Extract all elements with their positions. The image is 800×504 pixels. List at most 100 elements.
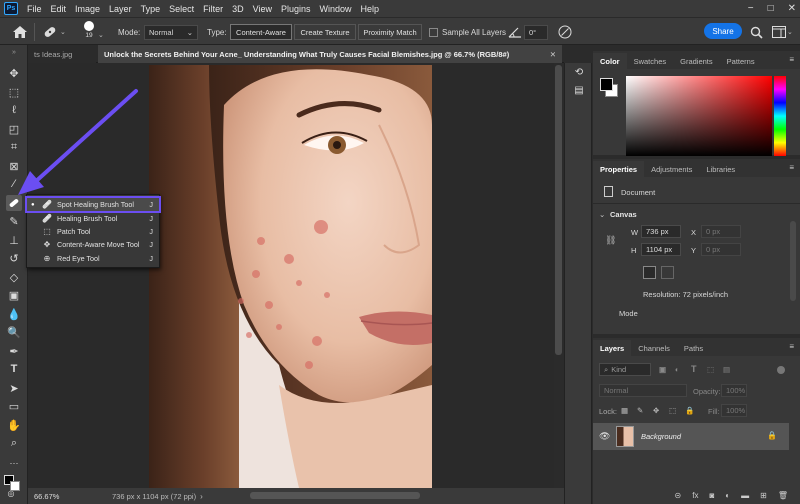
- flyout-item-spot-healing-brush[interactable]: ● 🩹 Spot Healing Brush Tool J: [25, 196, 161, 213]
- flyout-item-red-eye[interactable]: ⊕ Red Eye Tool J: [27, 252, 159, 265]
- type-tool-icon[interactable]: T: [6, 361, 22, 377]
- mode-select[interactable]: Normal ⌄: [144, 25, 198, 40]
- history-brush-tool-icon[interactable]: ↺: [6, 250, 22, 266]
- menu-help[interactable]: Help: [361, 4, 380, 14]
- link-icon[interactable]: ⛓: [605, 235, 616, 246]
- menu-view[interactable]: View: [253, 4, 272, 14]
- clone-stamp-tool-icon[interactable]: ⊥: [6, 232, 22, 248]
- home-button[interactable]: [12, 24, 28, 40]
- menu-file[interactable]: File: [27, 4, 42, 14]
- document-tab-active[interactable]: Unlock the Secrets Behind Your Acne_ Und…: [98, 45, 562, 63]
- minimize-icon[interactable]: −: [748, 3, 754, 14]
- filter-smart-object-icon[interactable]: ▤: [723, 365, 730, 374]
- filter-pixel-icon[interactable]: ▣: [659, 365, 666, 374]
- menu-window[interactable]: Window: [320, 4, 352, 14]
- type-proximity-match-button[interactable]: Proximity Match: [358, 24, 422, 40]
- properties-scrollbar[interactable]: [790, 221, 796, 301]
- more-tools-icon[interactable]: ···: [6, 455, 22, 471]
- type-create-texture-button[interactable]: Create Texture: [294, 24, 356, 40]
- gradient-tool-icon[interactable]: ▣: [6, 287, 22, 303]
- filter-type-icon[interactable]: T: [691, 364, 697, 374]
- panel-menu-icon[interactable]: ≡: [789, 163, 794, 172]
- eraser-tool-icon[interactable]: ◇: [6, 269, 22, 285]
- tab-paths[interactable]: Paths: [677, 340, 710, 356]
- menu-plugins[interactable]: Plugins: [281, 4, 311, 14]
- tab-properties[interactable]: Properties: [593, 161, 645, 177]
- new-group-icon[interactable]: ▬: [741, 491, 749, 500]
- type-content-aware-button[interactable]: Content-Aware: [230, 24, 292, 40]
- layer-style-icon[interactable]: fx: [692, 491, 698, 500]
- maximize-icon[interactable]: □: [768, 3, 774, 14]
- menu-image[interactable]: Image: [75, 4, 100, 14]
- layer-filter-select[interactable]: ⌕ Kind: [599, 363, 651, 376]
- share-button[interactable]: Share: [704, 23, 742, 39]
- document-tab-inactive[interactable]: ts Ideas.jpg: [28, 45, 96, 63]
- zoom-level[interactable]: 66.67%: [34, 492, 84, 501]
- tab-channels[interactable]: Channels: [631, 340, 677, 356]
- zoom-tool-icon[interactable]: ⌕: [6, 435, 22, 451]
- close-icon[interactable]: ✕: [788, 3, 796, 14]
- lock-all-icon[interactable]: 🔒: [685, 406, 694, 415]
- panel-menu-icon[interactable]: ≡: [789, 55, 794, 64]
- menu-edit[interactable]: Edit: [51, 4, 67, 14]
- tab-layers[interactable]: Layers: [593, 340, 632, 356]
- tab-gradients[interactable]: Gradients: [673, 53, 720, 69]
- new-layer-icon[interactable]: ⊞: [760, 491, 767, 500]
- pen-tool-icon[interactable]: ✒: [6, 343, 22, 359]
- rectangle-tool-icon[interactable]: ▭: [6, 398, 22, 414]
- collapse-toolbar-icon[interactable]: »: [6, 47, 22, 57]
- workspace-icon[interactable]: ⌄: [772, 24, 793, 40]
- tool-preset-picker[interactable]: ⌄: [42, 24, 66, 40]
- vertical-scrollbar-thumb[interactable]: [555, 65, 562, 355]
- filter-toggle[interactable]: [777, 366, 785, 374]
- dodge-tool-icon[interactable]: 🔍: [6, 324, 22, 340]
- tab-libraries[interactable]: Libraries: [699, 161, 742, 177]
- menu-filter[interactable]: Filter: [203, 4, 223, 14]
- delete-layer-icon[interactable]: 🗑: [778, 491, 788, 500]
- tab-patterns[interactable]: Patterns: [720, 53, 762, 69]
- lock-image-icon[interactable]: ✎: [637, 406, 643, 415]
- history-panel-icon[interactable]: ⟲: [571, 67, 587, 81]
- menu-type[interactable]: Type: [141, 4, 161, 14]
- filter-shape-icon[interactable]: ⬚: [707, 365, 714, 374]
- brush-tool-icon[interactable]: ✎: [6, 213, 22, 229]
- layer-row-background[interactable]: 👁 Background 🔒: [593, 423, 789, 450]
- landscape-orientation-button[interactable]: [661, 266, 674, 279]
- chevron-down-icon[interactable]: ⌄: [98, 27, 104, 43]
- lock-position-icon[interactable]: ✥: [653, 406, 659, 415]
- link-layers-icon[interactable]: ⊝: [675, 491, 682, 500]
- tab-adjustments[interactable]: Adjustments: [644, 161, 699, 177]
- panel-menu-icon[interactable]: ≡: [789, 342, 794, 351]
- flyout-item-healing-brush[interactable]: 🩹 Healing Brush Tool J: [27, 212, 159, 225]
- status-menu-icon[interactable]: ›: [200, 492, 203, 501]
- adjustment-layer-icon[interactable]: ◐: [725, 491, 730, 500]
- layer-mask-icon[interactable]: ◙: [709, 491, 714, 500]
- pressure-size-icon[interactable]: [558, 24, 572, 40]
- hue-slider[interactable]: [774, 76, 786, 156]
- menu-3d[interactable]: 3D: [232, 4, 244, 14]
- sample-all-layers-checkbox[interactable]: Sample All Layers: [429, 24, 506, 40]
- tab-swatches[interactable]: Swatches: [627, 53, 674, 69]
- move-tool-icon[interactable]: ✥: [6, 65, 22, 81]
- tab-color[interactable]: Color: [593, 53, 627, 69]
- foreground-color-swatch[interactable]: [600, 78, 613, 91]
- brush-size-picker[interactable]: 19: [84, 21, 94, 43]
- search-icon[interactable]: [750, 24, 763, 40]
- menu-select[interactable]: Select: [169, 4, 194, 14]
- color-field[interactable]: [626, 76, 772, 156]
- lock-transparent-icon[interactable]: ▦: [621, 406, 628, 415]
- filter-adjustment-icon[interactable]: ◐: [675, 365, 680, 374]
- flyout-item-content-aware-move[interactable]: ✥ Content-Aware Move Tool J: [27, 238, 159, 251]
- lock-artboard-icon[interactable]: ⬚: [669, 406, 676, 415]
- quick-mask-icon[interactable]: ◎: [3, 485, 19, 501]
- portrait-orientation-button[interactable]: [643, 266, 656, 279]
- horizontal-scrollbar-thumb[interactable]: [250, 492, 420, 499]
- layer-name[interactable]: Background: [641, 432, 681, 441]
- flyout-item-patch[interactable]: ⬚ Patch Tool J: [27, 225, 159, 238]
- blur-tool-icon[interactable]: 💧: [6, 306, 22, 322]
- close-tab-icon[interactable]: ✕: [550, 50, 556, 59]
- menu-layer[interactable]: Layer: [109, 4, 132, 14]
- comments-panel-icon[interactable]: ▤: [571, 85, 587, 99]
- visibility-eye-icon[interactable]: 👁: [599, 431, 610, 442]
- angle-input[interactable]: 0°: [524, 25, 548, 40]
